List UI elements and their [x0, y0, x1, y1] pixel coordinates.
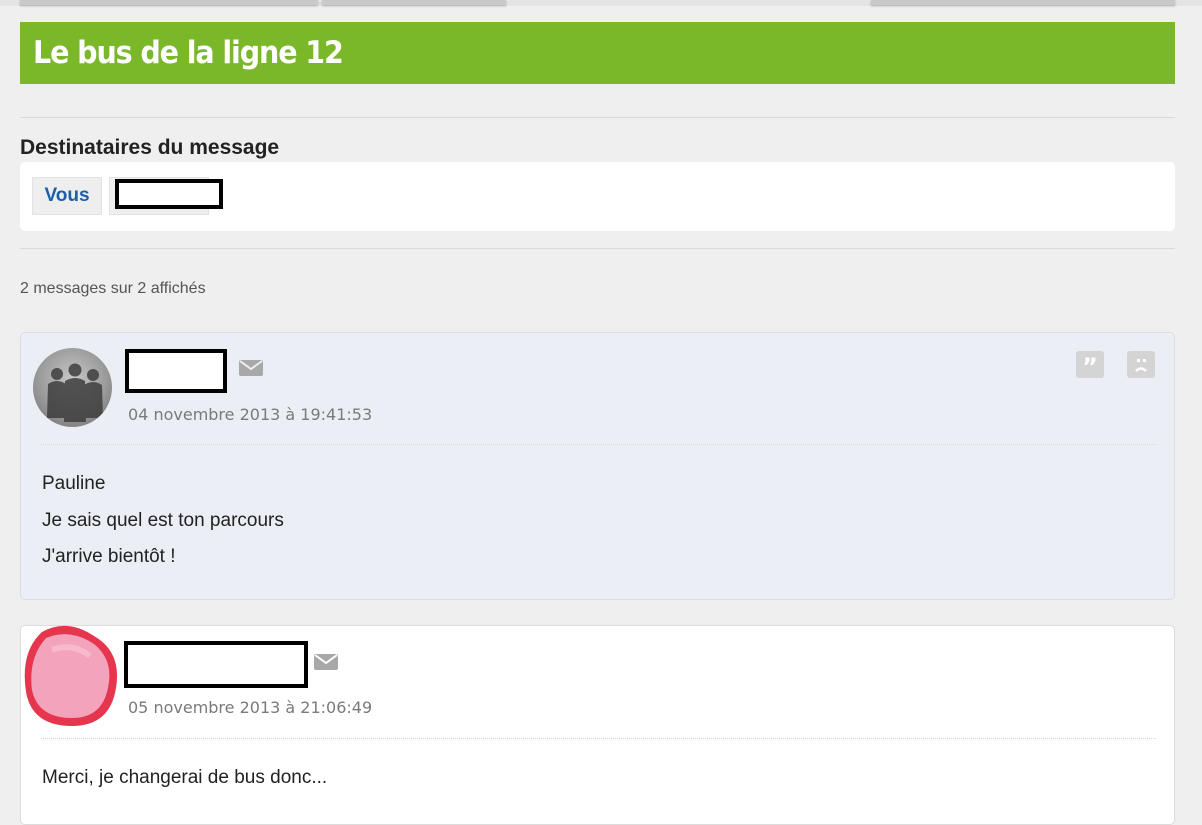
recipient-chip-you[interactable]: Vous: [32, 177, 102, 215]
author-name-redacted: [124, 641, 308, 688]
pink-scribble-avatar[interactable]: [22, 622, 122, 730]
report-icon[interactable]: [1127, 351, 1155, 378]
mail-icon[interactable]: [239, 360, 263, 376]
message-card: 05 novembre 2013 à 21:06:49 Merci, je ch…: [20, 625, 1175, 825]
message-card: 04 novembre 2013 à 19:41:53 ” Pauline Je…: [20, 332, 1175, 600]
message-line: J'arrive bientôt !: [42, 546, 176, 567]
message-date: 05 novembre 2013 à 21:06:49: [128, 698, 373, 717]
mail-icon[interactable]: [314, 654, 338, 670]
topic-title-bar: Le bus de la ligne 12: [20, 22, 1175, 84]
topic-title: Le bus de la ligne 12: [33, 35, 344, 71]
top-tab[interactable]: [871, 0, 1175, 5]
quote-icon[interactable]: ”: [1076, 351, 1104, 381]
recipients-heading: Destinataires du message: [20, 136, 280, 159]
divider: [20, 248, 1175, 249]
divider: [20, 117, 1175, 118]
recipient-label: Vous: [44, 185, 90, 206]
silhouette-graphic: [47, 363, 103, 422]
redaction-box: [115, 179, 223, 209]
message-separator: [41, 738, 1156, 739]
message-line: Merci, je changerai de bus donc...: [42, 767, 328, 788]
group-silhouette-avatar[interactable]: [33, 348, 112, 427]
message-line: Je sais quel est ton parcours: [42, 510, 284, 531]
author-name-redacted: [125, 349, 227, 393]
message-date: 04 novembre 2013 à 19:41:53: [128, 405, 373, 424]
message-line: Pauline: [42, 473, 106, 494]
messages-count: 2 messages sur 2 affichés: [20, 280, 206, 297]
top-tab-strip: [0, 0, 1202, 6]
top-tab[interactable]: [322, 0, 506, 5]
svg-text:”: ”: [1082, 353, 1098, 378]
top-tab[interactable]: [20, 0, 318, 5]
recipients-box: Vous: [20, 162, 1175, 231]
message-separator: [41, 444, 1156, 445]
